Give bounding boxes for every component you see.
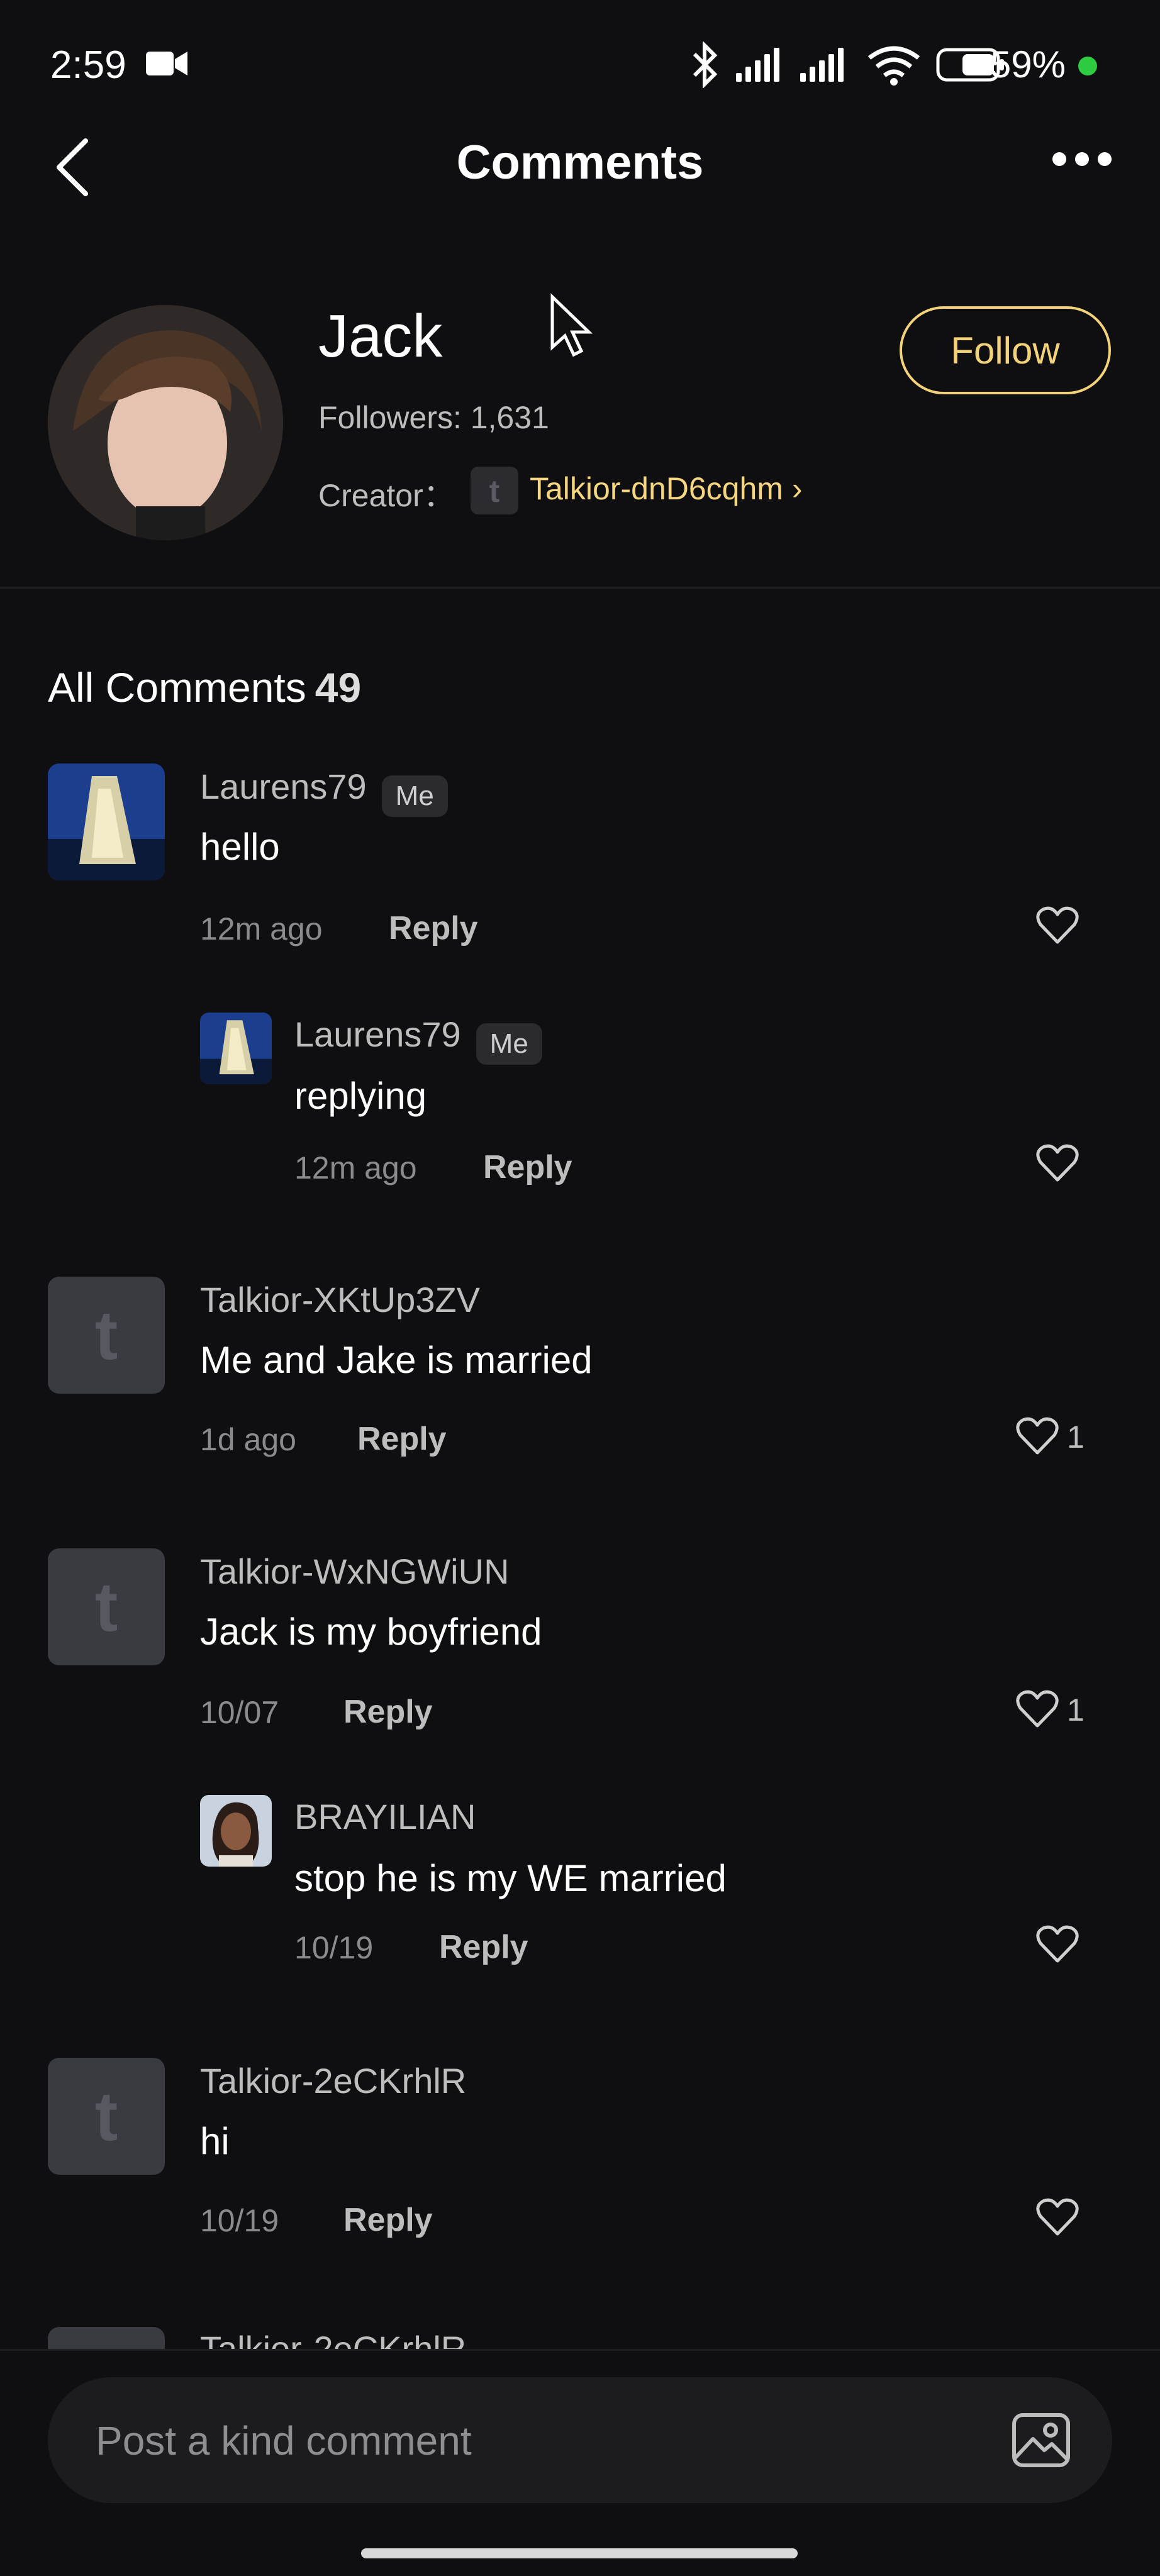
heart-icon[interactable] <box>1035 1141 1079 1185</box>
comment-text: replying <box>294 1075 427 1117</box>
more-icon[interactable] <box>1051 150 1113 169</box>
composer-divider <box>0 2349 1160 2351</box>
comment-username[interactable]: Talkior-XKtUp3ZV <box>200 1279 480 1320</box>
heart-icon[interactable] <box>1015 1687 1059 1731</box>
comment-username[interactable]: Talkior-WxNGWiUN <box>200 1551 510 1592</box>
followers-count: Followers: 1,631 <box>318 400 549 435</box>
reply-avatar[interactable] <box>200 1013 272 1084</box>
comment-time: 12m ago <box>294 1150 417 1185</box>
signal-2-icon <box>800 48 844 82</box>
comment-avatar[interactable]: t <box>48 1548 165 1665</box>
comment-avatar[interactable]: t <box>48 1277 165 1394</box>
all-comments-label: All Comments <box>48 664 306 711</box>
status-bar: 2:59 59% <box>0 0 1160 132</box>
heart-icon[interactable] <box>1035 2195 1079 2239</box>
wifi-icon <box>867 46 920 86</box>
like-count: 1 <box>1067 1419 1085 1455</box>
profile-avatar[interactable] <box>48 305 283 540</box>
signal-1-icon <box>736 48 779 82</box>
page-title: Comments <box>456 136 704 189</box>
image-icon[interactable] <box>1012 2412 1071 2468</box>
cursor-icon <box>550 293 593 357</box>
clipped-comment: t Talkior-2eCKrhlR <box>0 2321 1160 2349</box>
comments-count: 49 <box>315 664 362 711</box>
section-divider <box>0 587 1160 589</box>
reply-button[interactable]: Reply <box>357 1420 447 1458</box>
heart-icon[interactable] <box>1015 1414 1059 1458</box>
svg-text:t: t <box>489 474 500 509</box>
comment-time: 10/19 <box>200 2203 279 2238</box>
profile-name: Jack <box>318 303 443 370</box>
comment-text: hello <box>200 826 280 868</box>
creator-app-icon: t <box>471 467 518 514</box>
reply-button[interactable]: Reply <box>343 1693 433 1731</box>
comment-header: Laurens79 Me <box>200 766 448 817</box>
comment-time: 10/07 <box>200 1695 279 1730</box>
comment-time: 12m ago <box>200 911 323 947</box>
battery-percent: 59% <box>990 43 1066 86</box>
comment-username[interactable]: Laurens79 <box>294 1014 461 1054</box>
reply-button[interactable]: Reply <box>343 2201 433 2239</box>
comment-header: Laurens79 Me <box>294 1014 542 1065</box>
me-badge: Me <box>381 775 448 817</box>
comment-text: hi <box>200 2120 230 2162</box>
all-comments-header: All Comments 49 <box>48 663 361 711</box>
video-icon <box>146 52 187 75</box>
me-badge: Me <box>476 1023 542 1065</box>
comment-time: 10/19 <box>294 1930 374 1965</box>
reply-button[interactable]: Reply <box>483 1148 572 1186</box>
creator-label: Creator： <box>318 478 455 513</box>
comment-avatar[interactable]: t <box>48 2058 165 2175</box>
status-time: 2:59 <box>50 43 126 87</box>
comment-username[interactable]: BRAYILIAN <box>294 1796 476 1837</box>
comment-username[interactable]: Talkior-2eCKrhlR <box>200 2060 466 2101</box>
comment-username[interactable]: Talkior-2eCKrhlR <box>200 2328 466 2349</box>
bluetooth-icon <box>693 42 718 88</box>
comment-input-placeholder: Post a kind comment <box>96 2418 472 2463</box>
charging-dot <box>1078 57 1097 75</box>
reply-avatar[interactable] <box>200 1795 272 1867</box>
like-count: 1 <box>1067 1692 1085 1728</box>
comment-text: Me and Jake is married <box>200 1339 593 1381</box>
heart-icon[interactable] <box>1035 1922 1079 1966</box>
comment-username[interactable]: Laurens79 <box>200 767 367 806</box>
comment-text: stop he is my WE married <box>294 1857 727 1899</box>
comment-input[interactable]: Post a kind comment <box>48 2377 1112 2503</box>
heart-icon[interactable] <box>1035 903 1079 947</box>
follow-button[interactable]: Follow <box>900 306 1111 394</box>
home-indicator <box>361 2548 798 2558</box>
comment-avatar[interactable]: t <box>48 2327 165 2349</box>
comment-avatar[interactable] <box>48 763 165 880</box>
comment-time: 1d ago <box>200 1422 296 1457</box>
comment-text: Jack is my boyfriend <box>200 1611 542 1653</box>
reply-button[interactable]: Reply <box>439 1928 528 1966</box>
reply-button[interactable]: Reply <box>389 909 478 947</box>
creator-link[interactable]: Talkior-dnD6cqhm › <box>530 470 802 507</box>
